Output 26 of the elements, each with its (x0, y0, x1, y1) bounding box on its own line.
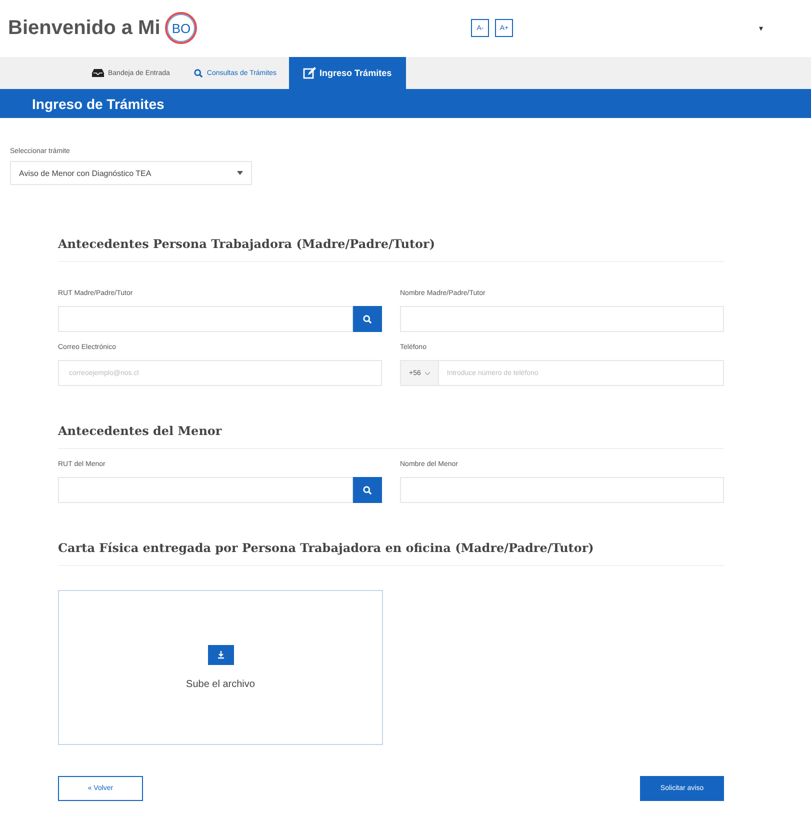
rut-field[interactable] (58, 306, 353, 332)
welcome-title: Bienvenido a Mi (8, 16, 160, 40)
text-field[interactable] (400, 477, 724, 503)
search-icon (194, 68, 203, 78)
chevron-icon (424, 372, 430, 374)
search-button[interactable] (353, 477, 382, 503)
tramite-dropdown[interactable]: Aviso de Menor con Diagnóstico TEA (10, 161, 252, 185)
upload-icon (216, 651, 224, 659)
rut-field[interactable] (58, 477, 353, 503)
search-icon (363, 486, 372, 494)
upload-area[interactable]: Sube el archivo (58, 590, 383, 745)
logo: BO (165, 12, 198, 44)
upload-label: Sube el archivo (186, 679, 255, 690)
caret-icon (237, 171, 243, 175)
section-heading: Antecedentes Persona Trabajadora (Madre/Padre/Tutor) (58, 237, 724, 262)
search-icon (363, 314, 372, 324)
page-title-bar: Ingreso de Trámites (0, 89, 811, 118)
text-field[interactable] (400, 306, 724, 332)
edit-icon (302, 67, 316, 79)
section-heading: Antecedentes del Menor (58, 424, 724, 449)
inbox-icon (92, 69, 104, 77)
nav-tab[interactable]: Ingreso Trámites (288, 57, 406, 89)
upload-button[interactable] (208, 645, 234, 665)
search-button[interactable] (353, 306, 382, 332)
section-heading: Carta Física entregada por Persona Trabajadora en oficina (Madre/Padre/Tutor) (58, 541, 724, 566)
user-menu-caret[interactable]: ▾ (759, 24, 763, 32)
